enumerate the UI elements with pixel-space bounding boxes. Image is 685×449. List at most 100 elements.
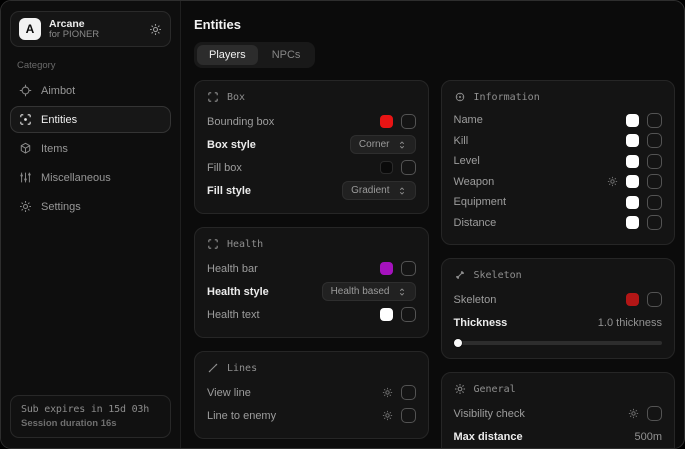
row-label: Box style — [207, 139, 256, 151]
right-column: Information Name Kill — [441, 80, 676, 448]
brand-subtitle: for PIONER — [49, 30, 141, 41]
brand-initial: A — [26, 22, 35, 36]
level-checkbox[interactable] — [647, 154, 662, 169]
corner-brackets-icon — [207, 91, 219, 103]
radar-icon — [454, 91, 466, 103]
information-card: Information Name Kill — [441, 80, 676, 245]
crosshair-icon — [19, 84, 32, 97]
dropdown-value: Corner — [359, 139, 390, 150]
name-checkbox[interactable] — [647, 113, 662, 128]
color-swatch[interactable] — [626, 134, 639, 147]
health-text-row: Health text — [207, 303, 416, 326]
health-style-dropdown[interactable]: Health based — [322, 282, 416, 301]
color-swatch[interactable] — [380, 262, 393, 275]
max-distance-row: Max distance 500m — [454, 425, 663, 448]
color-swatch[interactable] — [626, 155, 639, 168]
row-label: Fill box — [207, 162, 242, 174]
view-line-row: View line — [207, 381, 416, 404]
row-label: Health bar — [207, 263, 258, 275]
row-label: Kill — [454, 135, 469, 147]
health-bar-checkbox[interactable] — [401, 261, 416, 276]
gear-icon[interactable] — [149, 23, 162, 36]
thickness-slider[interactable] — [454, 338, 663, 347]
bounding-box-row: Bounding box — [207, 110, 416, 133]
line-to-enemy-checkbox[interactable] — [401, 408, 416, 423]
corner-brackets-icon — [207, 238, 219, 250]
color-swatch[interactable] — [626, 114, 639, 127]
brand-text: Arcane for PIONER — [49, 18, 141, 41]
box-style-dropdown[interactable]: Corner — [350, 135, 416, 154]
visibility-check-checkbox[interactable] — [647, 406, 662, 421]
equipment-checkbox[interactable] — [647, 195, 662, 210]
slider-thumb[interactable] — [454, 339, 462, 347]
sidebar-item-items[interactable]: Items — [10, 135, 171, 162]
gear-icon[interactable] — [382, 387, 393, 398]
color-swatch[interactable] — [626, 293, 639, 306]
sidebar-item-label: Aimbot — [41, 85, 75, 97]
fill-box-checkbox[interactable] — [401, 160, 416, 175]
brand-card: A Arcane for PIONER — [10, 11, 171, 47]
equipment-row: Equipment — [454, 192, 663, 213]
fill-style-dropdown[interactable]: Gradient — [342, 181, 415, 200]
weapon-checkbox[interactable] — [647, 174, 662, 189]
sidebar-item-settings[interactable]: Settings — [10, 193, 171, 220]
row-label: Health style — [207, 286, 269, 298]
gear-icon — [454, 383, 466, 395]
chevrons-up-down-icon — [397, 186, 407, 196]
kill-checkbox[interactable] — [647, 133, 662, 148]
sliders-icon — [19, 171, 32, 184]
gear-icon — [19, 200, 32, 213]
card-title: Health — [227, 239, 263, 250]
level-row: Level — [454, 151, 663, 172]
card-title: Skeleton — [474, 270, 522, 281]
sidebar-item-aimbot[interactable]: Aimbot — [10, 77, 171, 104]
sidebar-item-label: Miscellaneous — [41, 172, 111, 184]
row-label: Thickness — [454, 317, 508, 329]
slider-track[interactable] — [454, 341, 663, 345]
weapon-row: Weapon — [454, 172, 663, 193]
color-swatch[interactable] — [626, 216, 639, 229]
diagonal-line-icon — [207, 362, 219, 374]
health-card: Health Health bar Health style Health ba… — [194, 227, 429, 338]
information-card-header: Information — [454, 91, 663, 103]
tab-players[interactable]: Players — [197, 45, 258, 65]
color-swatch[interactable] — [380, 308, 393, 321]
sidebar-item-entities[interactable]: Entities — [10, 106, 171, 133]
view-line-checkbox[interactable] — [401, 385, 416, 400]
color-swatch[interactable] — [626, 196, 639, 209]
color-swatch[interactable] — [380, 115, 393, 128]
visibility-check-row: Visibility check — [454, 402, 663, 425]
general-card-header: General — [454, 383, 663, 395]
color-swatch[interactable] — [380, 161, 393, 174]
left-column: Box Bounding box Box style Corner — [194, 80, 429, 439]
card-title: Lines — [227, 363, 257, 374]
health-text-checkbox[interactable] — [401, 307, 416, 322]
row-label: Skeleton — [454, 294, 497, 306]
sidebar-item-miscellaneous[interactable]: Miscellaneous — [10, 164, 171, 191]
distance-row: Distance — [454, 213, 663, 234]
card-title: General — [474, 384, 516, 395]
gear-icon[interactable] — [382, 410, 393, 421]
row-label: Equipment — [454, 196, 507, 208]
sidebar: A Arcane for PIONER Category Aimbot — [1, 1, 181, 448]
settings-columns: Box Bounding box Box style Corner — [194, 80, 675, 448]
lines-card-header: Lines — [207, 362, 416, 374]
box-style-row: Box style Corner — [207, 133, 416, 156]
row-label: Level — [454, 155, 480, 167]
bounding-box-checkbox[interactable] — [401, 114, 416, 129]
kill-row: Kill — [454, 131, 663, 152]
row-label: Weapon — [454, 176, 495, 188]
tab-npcs[interactable]: NPCs — [260, 45, 313, 65]
gear-icon[interactable] — [607, 176, 618, 187]
app-window: A Arcane for PIONER Category Aimbot — [0, 0, 685, 449]
scan-icon — [19, 113, 32, 126]
sidebar-item-label: Items — [41, 143, 68, 155]
sub-expires-text: Sub expires in 15d 03h — [21, 404, 160, 415]
brand-logo: A — [19, 18, 41, 40]
skeleton-card-header: Skeleton — [454, 269, 663, 281]
skeleton-checkbox[interactable] — [647, 292, 662, 307]
color-swatch[interactable] — [626, 175, 639, 188]
distance-checkbox[interactable] — [647, 215, 662, 230]
gear-icon[interactable] — [628, 408, 639, 419]
session-duration-text: Session duration 16s — [21, 418, 160, 429]
